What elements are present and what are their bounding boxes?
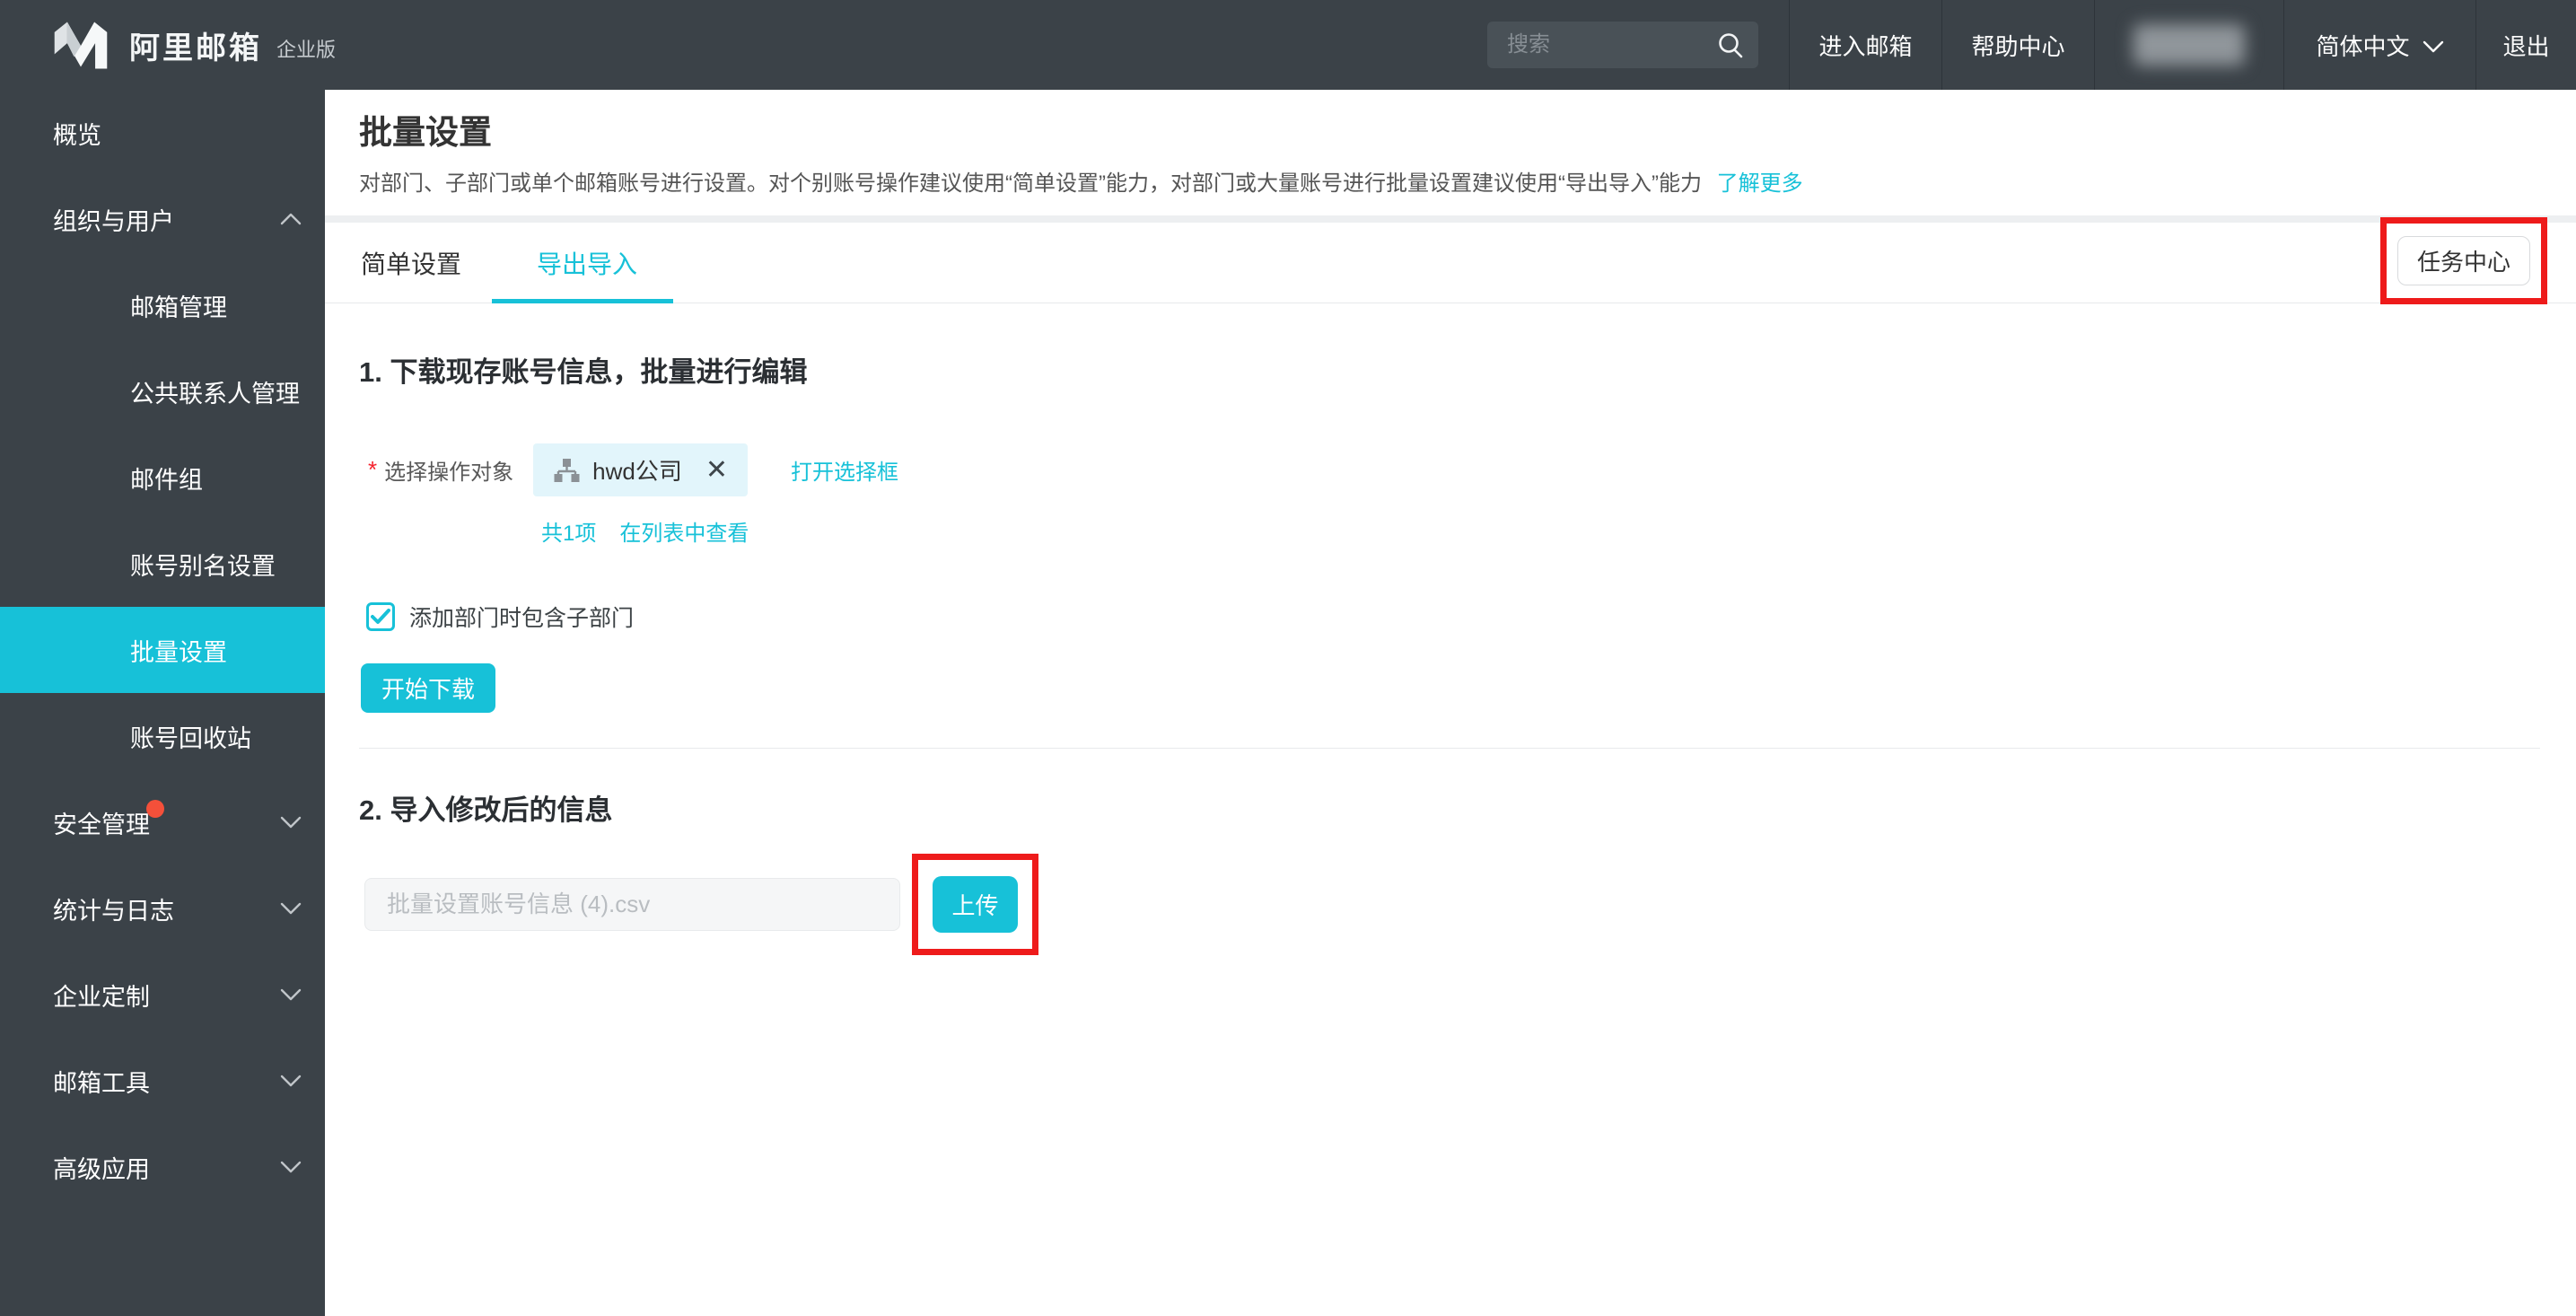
sidebar-item-stats-logs[interactable]: 统计与日志 — [0, 865, 325, 952]
selected-org-tag[interactable]: hwd公司 ✕ — [533, 443, 748, 496]
import-section-heading: 2. 导入修改后的信息 — [359, 749, 2540, 829]
enter-mailbox-link[interactable]: 进入邮箱 — [1789, 0, 1941, 90]
page-description: 对部门、子部门或单个邮箱账号进行设置。对个别账号操作建议使用“简单设置”能力，对… — [359, 171, 2576, 197]
topbar-right: 进入邮箱 帮助中心 简体中文 退出 — [1487, 0, 2576, 90]
chevron-down-icon — [280, 816, 302, 829]
search-input[interactable] — [1505, 31, 1717, 58]
selection-summary-row: 共1项 在列表中查看 — [541, 515, 2540, 547]
remove-tag-icon[interactable]: ✕ — [705, 457, 728, 484]
search-box[interactable] — [1487, 22, 1758, 68]
chevron-down-icon — [2423, 40, 2444, 53]
selected-org-name: hwd公司 — [592, 453, 682, 487]
page-description-text: 对部门、子部门或单个邮箱账号进行设置。对个别账号操作建议使用“简单设置”能力，对… — [359, 171, 1702, 196]
target-select-row: * 选择操作对象 hwd公司 ✕ 打开选择框 — [359, 443, 2540, 496]
sidebar: 概览 组织与用户 邮箱管理 公共联系人管理 邮件组 账号别名设置 批量设置 账号… — [0, 90, 325, 1316]
alimail-logo-icon — [50, 17, 111, 73]
top-bar: 阿里邮箱 企业版 进入邮箱 帮助中心 简体中文 退出 — [0, 0, 2576, 90]
account-name-item[interactable] — [2094, 0, 2283, 90]
sidebar-item-public-contacts[interactable]: 公共联系人管理 — [0, 348, 325, 434]
notification-dot — [146, 800, 164, 818]
sidebar-item-mail-groups[interactable]: 邮件组 — [0, 434, 325, 521]
sidebar-item-label: 公共联系人管理 — [130, 374, 300, 409]
page-title: 批量设置 — [359, 90, 2576, 153]
checkmark-icon — [371, 609, 390, 625]
logout-link[interactable]: 退出 — [2475, 0, 2576, 90]
file-name-input[interactable] — [364, 878, 900, 931]
sidebar-item-org-users[interactable]: 组织与用户 — [0, 176, 325, 262]
page-header: 批量设置 对部门、子部门或单个邮箱账号进行设置。对个别账号操作建议使用“简单设置… — [325, 90, 2576, 215]
sidebar-item-label: 邮箱管理 — [130, 288, 227, 323]
chevron-down-icon — [280, 1075, 302, 1087]
target-select-label: 选择操作对象 — [384, 454, 513, 486]
required-mark: * — [368, 456, 377, 484]
annotation-box-task-center: 任务中心 — [2380, 217, 2547, 304]
help-center-link[interactable]: 帮助中心 — [1941, 0, 2094, 90]
sidebar-item-label: 组织与用户 — [53, 202, 174, 237]
tab-simple-settings[interactable]: 简单设置 — [359, 223, 463, 303]
sidebar-item-label: 概览 — [53, 116, 101, 151]
org-structure-icon — [553, 457, 580, 484]
main-content: 批量设置 对部门、子部门或单个邮箱账号进行设置。对个别账号操作建议使用“简单设置… — [325, 90, 2576, 1316]
sidebar-item-label: 高级应用 — [53, 1150, 150, 1185]
sidebar-item-account-alias[interactable]: 账号别名设置 — [0, 521, 325, 607]
tab-export-import[interactable]: 导出导入 — [535, 223, 639, 303]
batch-settings-card: 简单设置 导出导入 任务中心 1. 下载现存账号信息，批量进行编辑 * 选择操作… — [325, 223, 2576, 955]
brand-name: 阿里邮箱 — [129, 23, 262, 67]
sidebar-item-label: 账号别名设置 — [130, 547, 276, 582]
sidebar-item-label: 企业定制 — [53, 978, 150, 1013]
section-separator — [325, 215, 2576, 223]
download-section-heading: 1. 下载现存账号信息，批量进行编辑 — [359, 303, 2540, 391]
sidebar-item-label: 邮箱工具 — [53, 1064, 150, 1099]
sidebar-item-label: 批量设置 — [130, 633, 227, 668]
sidebar-item-label: 安全管理 — [53, 805, 150, 840]
brand-logo: 阿里邮箱 企业版 — [0, 17, 336, 73]
selection-count-link[interactable]: 共1项 — [541, 515, 596, 547]
include-subdepts-checkbox[interactable] — [366, 602, 395, 631]
sidebar-item-mail-tools[interactable]: 邮箱工具 — [0, 1038, 325, 1124]
sidebar-item-mailbox-management[interactable]: 邮箱管理 — [0, 262, 325, 348]
include-subdepts-label: 添加部门时包含子部门 — [409, 601, 634, 633]
sidebar-item-security[interactable]: 安全管理 — [0, 779, 325, 865]
view-in-list-link[interactable]: 在列表中查看 — [619, 515, 749, 547]
download-section: 1. 下载现存账号信息，批量进行编辑 * 选择操作对象 hwd公司 — [325, 303, 2576, 955]
chevron-down-icon — [280, 1161, 302, 1173]
task-center-button[interactable]: 任务中心 — [2397, 236, 2530, 285]
open-selector-link[interactable]: 打开选择框 — [791, 454, 898, 486]
tabs-row: 简单设置 导出导入 任务中心 — [325, 223, 2576, 303]
sidebar-item-label: 账号回收站 — [130, 719, 251, 754]
sidebar-item-overview[interactable]: 概览 — [0, 90, 325, 176]
search-area — [1487, 0, 1789, 90]
sidebar-item-batch-settings[interactable]: 批量设置 — [0, 607, 325, 693]
upload-button[interactable]: 上传 — [933, 876, 1018, 933]
search-icon[interactable] — [1717, 31, 1744, 58]
language-selector[interactable]: 简体中文 — [2283, 0, 2475, 90]
learn-more-link[interactable]: 了解更多 — [1717, 171, 1803, 196]
sidebar-item-label: 邮件组 — [130, 461, 203, 496]
chevron-down-icon — [280, 988, 302, 1001]
annotation-box-upload: 上传 — [912, 854, 1038, 955]
brand-edition-badge: 企业版 — [276, 34, 336, 63]
sidebar-item-label: 统计与日志 — [53, 891, 174, 926]
start-download-button[interactable]: 开始下载 — [361, 663, 495, 713]
chevron-down-icon — [280, 902, 302, 915]
sidebar-item-account-recycle-bin[interactable]: 账号回收站 — [0, 693, 325, 779]
sidebar-item-advanced-apps[interactable]: 高级应用 — [0, 1124, 325, 1210]
upload-row: 上传 — [359, 854, 2540, 955]
sidebar-item-enterprise-custom[interactable]: 企业定制 — [0, 952, 325, 1038]
chevron-up-icon — [280, 213, 302, 225]
account-name-blurred — [2134, 24, 2245, 66]
language-label: 简体中文 — [2316, 29, 2409, 62]
include-subdepts-row: 添加部门时包含子部门 — [366, 601, 2540, 633]
